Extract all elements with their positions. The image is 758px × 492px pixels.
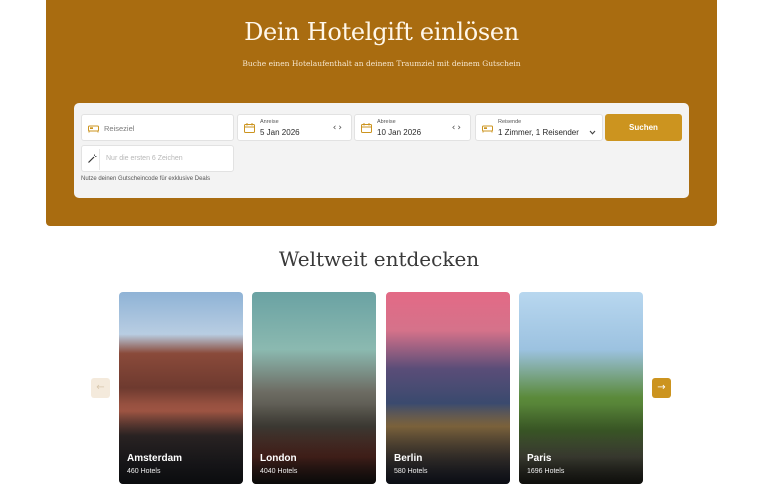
city-name: London [260,453,297,464]
hotel-count: 1696 Hotels [527,468,565,475]
chevron-left-right-icon[interactable]: ‹› [333,123,344,133]
checkin-field[interactable]: Anreise 5 Jan 2026 ‹› [237,114,352,141]
bed-icon [88,123,99,133]
magic-wand-icon [87,154,98,164]
voucher-hint: Nutze deinen Gutscheincode für exklusive… [81,176,211,182]
checkout-label: Abreise [377,119,396,125]
calendar-icon [244,123,255,133]
city-card-paris[interactable]: Paris 1696 Hotels [519,292,643,484]
arrow-right-icon[interactable]: → [652,378,671,398]
hotel-count: 580 Hotels [394,468,428,475]
guests-value: 1 Zimmer, 1 Reisender [498,128,579,137]
field-divider [99,149,100,170]
guests-field[interactable]: Reisende 1 Zimmer, 1 Reisender [475,114,603,141]
city-name: Paris [527,453,552,464]
checkin-label: Anreise [260,119,279,125]
bed-icon [482,123,493,133]
hero-subtitle: Buche einen Hotelaufenthalt an deinem Tr… [242,59,521,68]
checkin-value: 5 Jan 2026 [260,128,300,137]
search-panel: Reiseziel Anreise 5 Jan 2026 ‹› Abreise … [74,103,689,198]
hotel-count: 460 Hotels [127,468,161,475]
city-card-berlin[interactable]: Berlin 580 Hotels [386,292,510,484]
city-card-amsterdam[interactable]: Amsterdam 460 Hotels [119,292,243,484]
voucher-code-placeholder: Nur die ersten 6 Zeichen [106,155,183,162]
checkout-field[interactable]: Abreise 10 Jan 2026 ‹› [354,114,471,141]
destination-placeholder: Reiseziel [104,124,135,133]
city-name: Amsterdam [127,453,183,464]
destination-field[interactable]: Reiseziel [81,114,234,141]
hotel-count: 4040 Hotels [260,468,298,475]
chevron-left-right-icon[interactable]: ‹› [452,123,463,133]
chevron-down-icon[interactable] [589,123,596,135]
calendar-icon [361,123,372,133]
city-name: Berlin [394,453,423,464]
checkout-value: 10 Jan 2026 [377,128,422,137]
discover-title: Weltweit entdecken [278,247,480,271]
voucher-code-field[interactable]: Nur die ersten 6 Zeichen [81,145,234,172]
search-button[interactable]: Suchen [605,114,682,141]
guests-label: Reisende [498,119,522,125]
arrow-left-icon[interactable]: ← [91,378,110,398]
city-card-london[interactable]: London 4040 Hotels [252,292,376,484]
hero-title: Dein Hotelgift einlösen [244,18,519,46]
